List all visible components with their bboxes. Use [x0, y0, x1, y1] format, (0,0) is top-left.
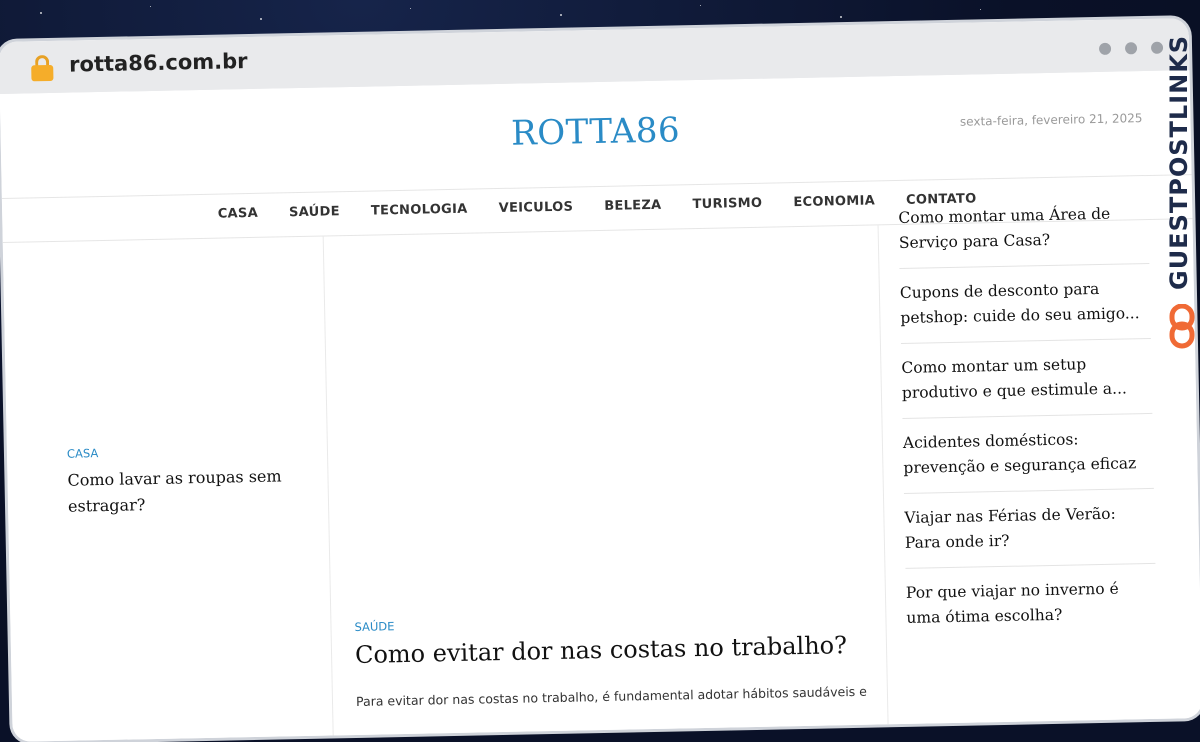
- nav-item-saude[interactable]: SAÚDE: [289, 204, 340, 220]
- nav-item-turismo[interactable]: TURISMO: [692, 196, 762, 212]
- web-page: ROTTA86 sexta-feira, fevereiro 21, 2025 …: [0, 70, 1200, 742]
- sidebar-post-link[interactable]: Viajar nas Férias de Verão: Para onde ir…: [903, 488, 1156, 569]
- featured-post-title[interactable]: Como evitar dor nas costas no trabalho?: [355, 628, 876, 672]
- browser-window: rotta86.com.br ROTTA86 sexta-feira, feve…: [0, 18, 1200, 742]
- nav-item-beleza[interactable]: BELEZA: [604, 198, 662, 214]
- sidebar-post-link[interactable]: Por que viajar no inverno é uma ótima es…: [905, 564, 1156, 643]
- window-dot-icon[interactable]: [1098, 42, 1111, 55]
- post-category[interactable]: CASA: [67, 446, 99, 461]
- link-icon: [1169, 304, 1195, 349]
- nav-item-tecnologia[interactable]: TECNOLOGIA: [371, 202, 468, 219]
- lock-icon: [31, 55, 54, 82]
- sidebar-post-link[interactable]: Cupons de desconto para petshop: cuide d…: [899, 263, 1151, 344]
- sidebar-post-link[interactable]: Como montar uma Área de Serviço para Cas…: [897, 188, 1150, 269]
- window-dot-icon[interactable]: [1124, 42, 1138, 55]
- site-logo[interactable]: ROTTA86: [0, 100, 1191, 164]
- guestpostlinks-watermark: GUESTPOSTLINKS: [1165, 34, 1193, 290]
- sidebar-post-link[interactable]: Como montar um setup produtivo e que est…: [900, 338, 1153, 419]
- window-controls: [1090, 39, 1164, 59]
- nav-item-veiculos[interactable]: VEICULOS: [499, 200, 574, 216]
- post-category[interactable]: SAÚDE: [354, 619, 394, 634]
- featured-post-excerpt: Para evitar dor nas costas no trabalho, …: [355, 683, 868, 709]
- window-dot-icon[interactable]: [1150, 41, 1164, 54]
- address-bar[interactable]: rotta86.com.br: [69, 49, 248, 77]
- nav-item-economia[interactable]: ECONOMIA: [793, 193, 875, 210]
- nav-item-casa[interactable]: CASA: [218, 206, 259, 222]
- sidebar-post-list: Como montar uma Área de Serviço para Cas…: [878, 188, 1200, 742]
- sidebar-post-link[interactable]: Acidentes domésticos: prevenção e segura…: [902, 413, 1154, 494]
- post-title[interactable]: Como lavar as roupas sem estragar?: [67, 463, 298, 520]
- left-post-card: CASA Como lavar as roupas sem estragar?: [2, 236, 335, 742]
- featured-post-card: SAÚDE Como evitar dor nas costas no trab…: [322, 225, 889, 742]
